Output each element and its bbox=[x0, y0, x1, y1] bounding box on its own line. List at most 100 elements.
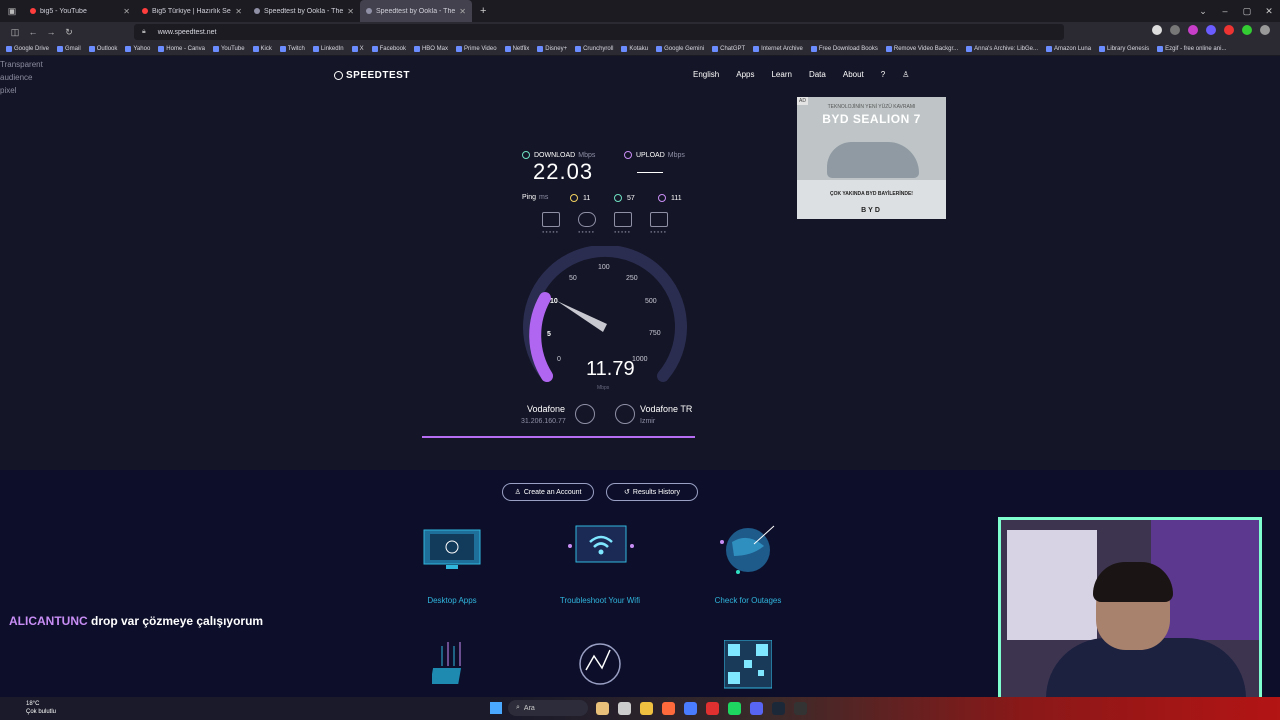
ad-subline: ÇOK YAKINDA BYD BAYİLERİNDE! bbox=[830, 191, 913, 197]
windows-start-icon[interactable] bbox=[490, 702, 502, 714]
bookmark-item[interactable]: Amazon Luna bbox=[1046, 45, 1091, 52]
sidebar-icon[interactable]: ◫ bbox=[6, 27, 24, 38]
bookmark-item[interactable]: HBO Max bbox=[413, 45, 448, 52]
spotify-icon[interactable] bbox=[728, 702, 741, 715]
bookmark-item[interactable]: LinkedIn bbox=[312, 45, 344, 52]
file-explorer-icon[interactable] bbox=[640, 702, 653, 715]
speedtest-favicon-icon bbox=[366, 8, 372, 14]
browsing-activity-icon[interactable] bbox=[542, 212, 560, 227]
gauge-tick: 500 bbox=[645, 298, 657, 305]
tab-list-icon[interactable]: ⌄ bbox=[1192, 6, 1214, 17]
reload-icon[interactable]: ↻ bbox=[60, 27, 78, 38]
close-tab-icon[interactable]: ✕ bbox=[459, 7, 466, 16]
taskbar-search[interactable]: ⌕ Ara bbox=[508, 700, 588, 716]
steam-icon[interactable] bbox=[772, 702, 785, 715]
maximize-button[interactable]: ▢ bbox=[1236, 6, 1258, 17]
tab-speedtest-2[interactable]: Speedtest by Ookla - The Glob✕ bbox=[360, 0, 472, 22]
bookmark-item[interactable]: Netflix bbox=[504, 45, 529, 52]
close-tab-icon[interactable]: ✕ bbox=[123, 7, 130, 16]
bookmark-item[interactable]: Anna's Archive: LibGe... bbox=[966, 45, 1038, 52]
tab-big5-youtube[interactable]: big5 - YouTube ✕ bbox=[24, 0, 136, 22]
extension-icon[interactable] bbox=[1224, 25, 1234, 35]
bookmark-item[interactable]: Twitch bbox=[279, 45, 305, 52]
close-tab-icon[interactable]: ✕ bbox=[235, 7, 242, 16]
results-history-button[interactable]: ↺ Results History bbox=[606, 483, 698, 501]
bookmark-item[interactable]: X bbox=[351, 45, 364, 52]
nav-language[interactable]: English bbox=[693, 70, 719, 79]
back-icon[interactable]: ← bbox=[24, 27, 42, 37]
discord-icon[interactable] bbox=[750, 702, 763, 715]
weather-widget[interactable]: 18°C Çok bulutlu bbox=[26, 700, 56, 716]
close-tab-icon[interactable]: ✕ bbox=[347, 7, 354, 16]
extension-icon[interactable] bbox=[1242, 25, 1252, 35]
bookmark-item[interactable]: Yahoo bbox=[125, 45, 150, 52]
nav-data[interactable]: Data bbox=[809, 70, 826, 79]
bookmark-item[interactable]: Ezgif - free online ani... bbox=[1157, 45, 1226, 52]
bookmark-item[interactable]: Google Drive bbox=[6, 45, 49, 52]
wifi-icon[interactable] bbox=[566, 522, 636, 574]
bookmark-item[interactable]: Disney+ bbox=[537, 45, 567, 52]
minimize-button[interactable]: – bbox=[1214, 6, 1236, 16]
address-bar[interactable]: 🔒︎ www.speedtest.net bbox=[134, 24, 1064, 40]
network-icon[interactable] bbox=[432, 640, 472, 690]
ping-download-icon bbox=[614, 194, 622, 202]
menu-icon[interactable] bbox=[1260, 25, 1270, 35]
desktop-apps-link[interactable]: Desktop Apps bbox=[402, 596, 502, 605]
user-icon[interactable]: ♙ bbox=[902, 70, 909, 79]
bookmark-item[interactable]: Home - Canva bbox=[158, 45, 205, 52]
video-call-activity-icon[interactable] bbox=[650, 212, 668, 227]
bookmark-item[interactable]: Outlook bbox=[88, 45, 117, 52]
tab-overview-icon[interactable]: ▣ bbox=[0, 6, 24, 17]
new-tab-button[interactable]: + bbox=[480, 5, 486, 17]
help-icon[interactable]: ? bbox=[881, 70, 885, 79]
gaming-activity-icon[interactable] bbox=[578, 212, 596, 227]
troubleshoot-wifi-link[interactable]: Troubleshoot Your Wifi bbox=[540, 596, 660, 605]
check-outages-link[interactable]: Check for Outages bbox=[698, 596, 798, 605]
forward-icon[interactable]: → bbox=[42, 27, 60, 37]
bookmark-favicon-icon bbox=[158, 45, 165, 52]
globe-outage-icon[interactable] bbox=[718, 522, 778, 578]
bookmark-item[interactable]: Google Gemini bbox=[656, 45, 704, 52]
nav-about[interactable]: About bbox=[843, 70, 864, 79]
browser-icon[interactable] bbox=[662, 702, 675, 715]
tab-speedtest-1[interactable]: Speedtest by Ookla - The Glob✕ bbox=[248, 0, 360, 22]
bookmark-item[interactable]: Facebook bbox=[371, 45, 406, 52]
ad-brand: BYD bbox=[861, 207, 882, 214]
tab-big5-turkiye[interactable]: Big5 Türkiye | Hazırlık Sezonu 3✕ bbox=[136, 0, 248, 22]
upload-value-placeholder bbox=[637, 172, 663, 173]
bookmark-item[interactable]: YouTube bbox=[212, 45, 245, 52]
gauge-tick: 250 bbox=[626, 275, 638, 282]
streaming-activity-icon[interactable] bbox=[614, 212, 632, 227]
close-window-button[interactable]: ✕ bbox=[1258, 6, 1280, 17]
bookmark-item[interactable]: Internet Archive bbox=[753, 45, 803, 52]
extension-icon[interactable] bbox=[1188, 25, 1198, 35]
speed-analysis-icon[interactable] bbox=[576, 640, 624, 690]
bookmark-item[interactable]: Gmail bbox=[57, 45, 81, 52]
speedtest-logo[interactable]: SPEEDTEST bbox=[334, 70, 410, 81]
bookmark-item[interactable]: Prime Video bbox=[455, 45, 497, 52]
extension-icon[interactable] bbox=[1152, 25, 1162, 35]
desktop-apps-icon[interactable] bbox=[422, 528, 482, 572]
bookmark-item[interactable]: Library Genesis bbox=[1099, 45, 1149, 52]
bookmark-item[interactable]: Kick bbox=[252, 45, 272, 52]
task-view-icon[interactable] bbox=[618, 702, 631, 715]
server-name[interactable]: Vodafone TR bbox=[640, 404, 692, 414]
history-icon: ↺ bbox=[624, 489, 630, 496]
obs-icon[interactable] bbox=[794, 702, 807, 715]
widgets-icon[interactable] bbox=[596, 702, 609, 715]
extension-icon[interactable] bbox=[1206, 25, 1216, 35]
nav-learn[interactable]: Learn bbox=[771, 70, 791, 79]
store-icon[interactable] bbox=[684, 702, 697, 715]
nav-apps[interactable]: Apps bbox=[736, 70, 754, 79]
bookmark-item[interactable]: Free Download Books bbox=[810, 45, 878, 52]
create-account-button[interactable]: ♙ Create an Account bbox=[502, 483, 594, 501]
advertisement[interactable]: AD TEKNOLOJİNİN YENİ YÜZÜ KAVRAMI BYD SE… bbox=[797, 97, 946, 219]
qr-code-icon[interactable] bbox=[724, 640, 772, 690]
bookmark-item[interactable]: Crunchyroll bbox=[575, 45, 613, 52]
gauge-unit: Mbps bbox=[597, 385, 610, 391]
app-icon[interactable] bbox=[706, 702, 719, 715]
bookmark-item[interactable]: Kotaku bbox=[621, 45, 648, 52]
extension-icon[interactable] bbox=[1170, 25, 1180, 35]
bookmark-item[interactable]: Remove Video Backgr... bbox=[885, 45, 958, 52]
bookmark-item[interactable]: ChatGPT bbox=[712, 45, 745, 52]
